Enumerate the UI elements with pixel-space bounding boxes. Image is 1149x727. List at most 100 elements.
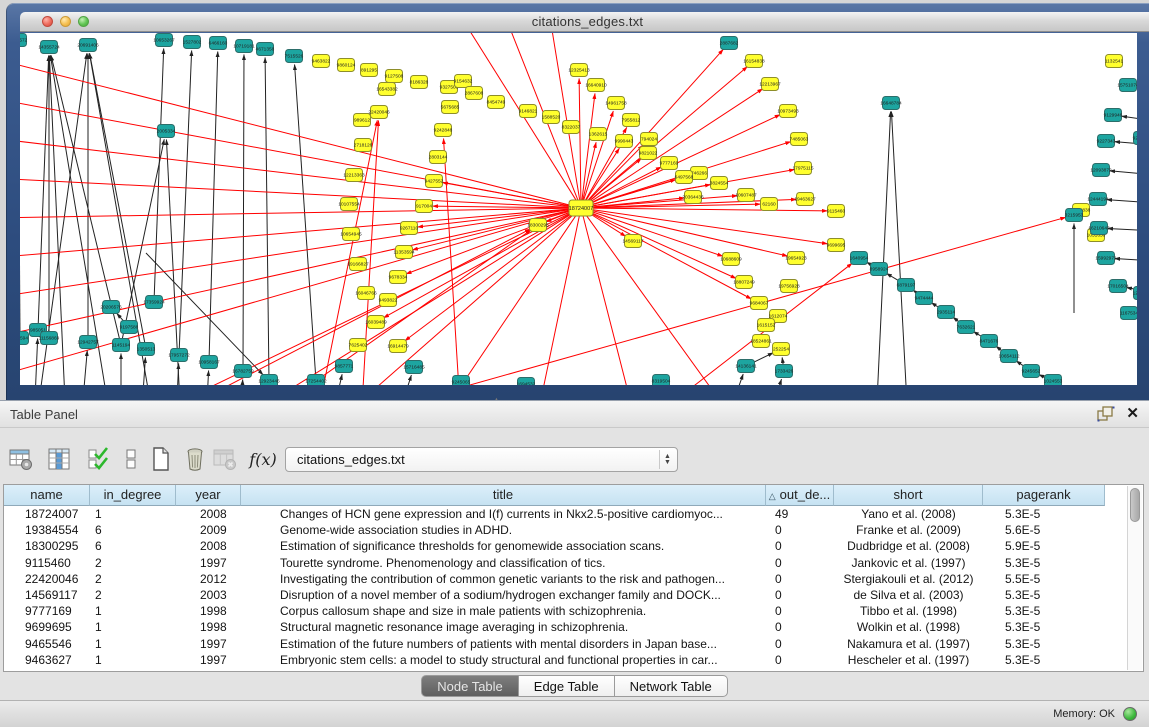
- network-canvas[interactable]: 9135572143557242069140610653267152780264…: [20, 33, 1137, 385]
- svg-text:14961758: 14961758: [605, 101, 627, 107]
- table-cell: 5.3E-5: [983, 555, 1105, 571]
- tab-edge-table[interactable]: Edge Table: [519, 675, 615, 697]
- svg-text:1167534: 1167534: [1120, 311, 1137, 317]
- svg-text:15751074: 15751074: [1117, 83, 1137, 89]
- svg-text:12213967: 12213967: [759, 82, 781, 88]
- svg-text:7632621: 7632621: [957, 325, 976, 331]
- table-row[interactable]: 977716911998Corpus callosum shape and si…: [4, 603, 1143, 619]
- memory-status: Memory: OK: [1053, 708, 1115, 720]
- svg-text:9699695: 9699695: [827, 243, 846, 249]
- table-row[interactable]: 946554611997Estimation of the future num…: [4, 636, 1143, 652]
- svg-text:11156869: 11156869: [39, 336, 60, 342]
- table-cell: 5.3E-5: [983, 587, 1105, 603]
- memory-indicator-icon[interactable]: [1123, 707, 1137, 721]
- svg-text:391594: 391594: [20, 336, 28, 342]
- svg-text:1615152: 1615152: [757, 323, 776, 329]
- svg-text:12213363: 12213363: [343, 173, 365, 179]
- table-row[interactable]: 911546021997Tourette syndrome. Phenomeno…: [4, 555, 1143, 571]
- svg-text:8454749: 8454749: [487, 100, 506, 106]
- delete-trash-icon[interactable]: [180, 443, 210, 475]
- svg-text:9227343: 9227343: [1097, 139, 1116, 145]
- svg-text:2718126: 2718126: [354, 143, 373, 149]
- table-cell: 5.3E-5: [983, 652, 1105, 668]
- svg-text:9474444: 9474444: [915, 296, 934, 302]
- table-cell: 1997: [176, 555, 241, 571]
- column-header-short[interactable]: short: [834, 485, 983, 506]
- svg-text:1640954: 1640954: [850, 256, 869, 262]
- table-cell: 1997: [176, 652, 241, 668]
- svg-text:1024553: 1024553: [1044, 379, 1063, 385]
- svg-text:3215953: 3215953: [1065, 213, 1084, 219]
- table-cell: 0: [766, 619, 834, 635]
- svg-text:19654923: 19654923: [785, 256, 807, 262]
- svg-text:3824554: 3824554: [710, 181, 729, 187]
- show-columns-icon[interactable]: [44, 443, 74, 475]
- row-height-icon[interactable]: [116, 443, 146, 475]
- column-header-pagerank[interactable]: pagerank: [983, 485, 1105, 506]
- tab-node-table[interactable]: Node Table: [421, 675, 519, 697]
- vertical-scrollbar[interactable]: [1127, 486, 1142, 670]
- svg-text:12325413: 12325413: [568, 68, 590, 74]
- table-cell: Estimation of significance thresholds fo…: [241, 538, 766, 554]
- network-graph-svg[interactable]: 9135572143557242069140610653267152780264…: [20, 33, 1137, 385]
- float-panel-icon[interactable]: [1097, 406, 1115, 422]
- network-window-titlebar[interactable]: citations_edges.txt: [20, 12, 1149, 32]
- svg-text:1527802: 1527802: [183, 40, 202, 46]
- graph-nodes: 9135572143557242069140610653267152780264…: [20, 34, 1137, 386]
- svg-text:8319504: 8319504: [652, 379, 671, 385]
- table-body[interactable]: 1872400712008Changes of HCN gene express…: [4, 506, 1143, 668]
- table-cell: 2008: [176, 538, 241, 554]
- table-cell: 5.3E-5: [983, 603, 1105, 619]
- table-row[interactable]: 1938455462009Genome-wide association stu…: [4, 522, 1143, 538]
- table-row[interactable]: 2242004622012Investigating the contribut…: [4, 571, 1143, 587]
- table-row[interactable]: 1456911722003Disruption of a novel membe…: [4, 587, 1143, 603]
- svg-text:18724007: 18724007: [569, 206, 593, 212]
- svg-text:1733426: 1733426: [775, 369, 794, 375]
- select-rows-icon[interactable]: [84, 443, 114, 475]
- svg-text:7955812: 7955812: [622, 118, 641, 124]
- column-header-title[interactable]: title: [241, 485, 766, 506]
- svg-text:16210643: 16210643: [1088, 226, 1110, 232]
- table-cell: 5.3E-5: [983, 619, 1105, 635]
- table-cell: 49: [766, 506, 834, 522]
- svg-text:10688609: 10688609: [720, 257, 742, 263]
- svg-text:20206576: 20206576: [100, 305, 122, 311]
- table-cell: 1: [90, 619, 176, 635]
- column-header-name[interactable]: name: [4, 485, 90, 506]
- svg-text:1588520: 1588520: [542, 115, 561, 121]
- table-selector-dropdown[interactable]: citations_edges.txt ▲▼: [285, 447, 678, 472]
- svg-text:12923446: 12923446: [258, 379, 280, 385]
- svg-text:22420046: 22420046: [368, 110, 390, 116]
- table-header-row: namein_degreeyeartitle△out_de...shortpag…: [4, 485, 1143, 506]
- table-settings-icon[interactable]: [6, 443, 36, 475]
- network-window: citations_edges.txt 91355721435572420691…: [6, 3, 1149, 400]
- table-cell: 9463627: [4, 652, 90, 668]
- function-builder-icon[interactable]: f(x): [248, 443, 278, 475]
- column-header-in-degree[interactable]: in_degree: [90, 485, 176, 506]
- svg-text:1132541: 1132541: [1105, 59, 1124, 65]
- svg-text:10958167: 10958167: [198, 360, 220, 366]
- svg-text:12444194: 12444194: [1087, 197, 1109, 203]
- column-header-out-de-[interactable]: △out_de...: [766, 485, 834, 506]
- svg-text:9267110: 9267110: [400, 226, 419, 232]
- tab-network-table[interactable]: Network Table: [615, 675, 728, 697]
- svg-text:9277343: 9277343: [1133, 136, 1137, 142]
- scrollbar-thumb[interactable]: [1130, 488, 1140, 522]
- table-cell: de Silva et al. (2003): [834, 587, 983, 603]
- svg-text:1210453: 1210453: [1133, 291, 1137, 297]
- column-header-year[interactable]: year: [176, 485, 241, 506]
- table-cell: Investigating the contribution of common…: [241, 571, 766, 587]
- svg-text:2803144: 2803144: [429, 155, 448, 161]
- table-cell: 1: [90, 636, 176, 652]
- new-file-icon[interactable]: [146, 443, 176, 475]
- table-cell: 6: [90, 538, 176, 554]
- table-row[interactable]: 1872400712008Changes of HCN gene express…: [4, 506, 1143, 522]
- table-row[interactable]: 969969511998Structural magnetic resonanc…: [4, 619, 1143, 635]
- table-row[interactable]: 1830029562008Estimation of significance …: [4, 538, 1143, 554]
- close-panel-icon[interactable]: ✕: [1126, 404, 1139, 422]
- table-panel-header: Table Panel ✕: [0, 401, 1149, 428]
- table-cell: 2012: [176, 571, 241, 587]
- svg-text:9245652: 9245652: [1022, 369, 1041, 375]
- table-row[interactable]: 946362711997Embryonic stem cells: a mode…: [4, 652, 1143, 668]
- svg-text:10654945: 10654945: [340, 232, 362, 238]
